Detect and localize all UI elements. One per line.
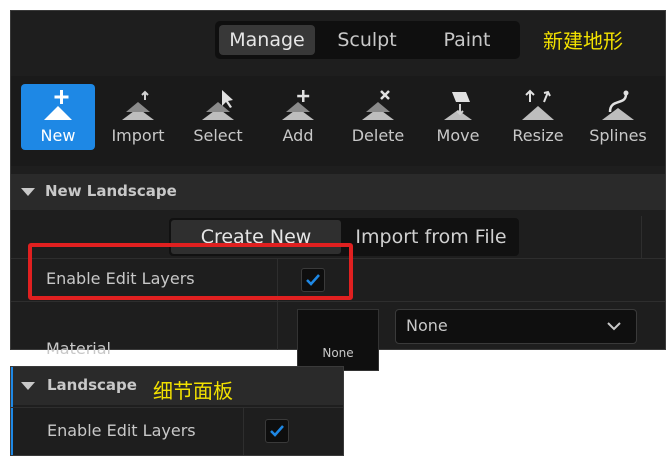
annotation-new-landscape: 新建地形 [543,29,623,53]
tab-import-from-file[interactable]: Import from File [345,220,517,254]
mode-tab-bar: Manage Sculpt Paint [215,21,520,59]
delete-button[interactable]: Delete [341,84,415,150]
add-button[interactable]: Add [261,84,335,150]
tab-paint[interactable]: Paint [419,25,515,55]
material-label: Material [46,339,111,358]
chevron-down-icon [607,322,621,331]
resize-button-label: Resize [512,126,564,145]
material-thumbnail[interactable]: None [297,309,379,371]
select-button-label: Select [193,126,243,145]
row-divider [11,301,665,302]
move-icon [444,92,472,120]
import-button[interactable]: Import [101,84,175,150]
tool-toolbar: New Import Select Add Delete Move Resize… [11,76,665,166]
collapse-caret-icon [21,188,35,196]
splines-icon [602,90,634,120]
new-button-label: New [40,126,76,145]
material-dropdown-value: None [406,316,448,335]
annotation-details-panel: 细节面板 [153,379,233,403]
new-button[interactable]: New [21,84,95,150]
details-panel: Landscape 细节面板 Enable Edit Layers [10,366,344,456]
section-title: New Landscape [45,182,177,200]
splines-button-label: Splines [589,126,647,145]
enable-edit-layers-label: Enable Edit Layers [47,421,196,440]
select-icon [202,90,234,120]
material-thumbnail-text: None [322,346,354,360]
resize-button[interactable]: Resize [501,84,575,150]
new-landscape-icon [44,90,72,120]
row-divider [11,407,343,408]
enable-edit-layers-checkbox[interactable] [265,419,289,443]
collapse-caret-icon [21,382,35,390]
column-divider [243,407,244,455]
move-button[interactable]: Move [421,84,495,150]
tab-manage[interactable]: Manage [219,25,315,55]
selection-accent-bar [11,367,13,455]
highlight-annotation-box [28,243,353,300]
new-landscape-section-header[interactable]: New Landscape [11,174,665,210]
splines-button[interactable]: Splines [581,84,655,150]
add-button-label: Add [282,126,314,145]
checkmark-icon [270,425,284,437]
add-icon [282,90,314,120]
import-button-label: Import [111,126,165,145]
move-button-label: Move [436,126,480,145]
delete-button-label: Delete [351,126,405,145]
column-divider [641,216,642,258]
section-title: Landscape [47,376,137,394]
material-dropdown[interactable]: None [395,309,637,344]
tab-sculpt[interactable]: Sculpt [319,25,415,55]
import-icon [122,90,154,120]
delete-icon [362,90,394,120]
resize-icon [522,89,554,120]
select-button[interactable]: Select [181,84,255,150]
